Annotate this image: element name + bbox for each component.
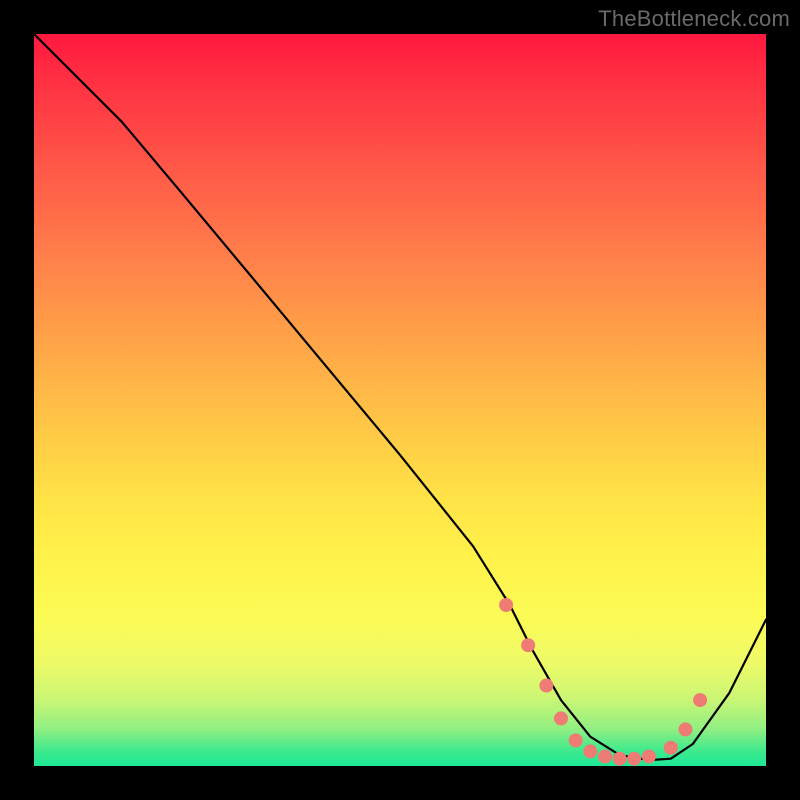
plot-area — [34, 34, 766, 766]
marker-dot — [583, 744, 597, 758]
marker-dot — [693, 693, 707, 707]
marker-dot — [569, 733, 583, 747]
marker-dot — [554, 711, 568, 725]
chart-stage: TheBottleneck.com — [0, 0, 800, 800]
marker-dot — [627, 752, 641, 766]
marker-dot — [642, 750, 656, 764]
marker-dot — [521, 638, 535, 652]
curve-line — [34, 34, 766, 760]
marker-group — [499, 598, 707, 766]
marker-dot — [499, 598, 513, 612]
marker-dot — [598, 750, 612, 764]
marker-dot — [613, 752, 627, 766]
chart-svg — [34, 34, 766, 766]
marker-dot — [539, 679, 553, 693]
watermark-text: TheBottleneck.com — [598, 6, 790, 32]
marker-dot — [679, 722, 693, 736]
marker-dot — [664, 741, 678, 755]
